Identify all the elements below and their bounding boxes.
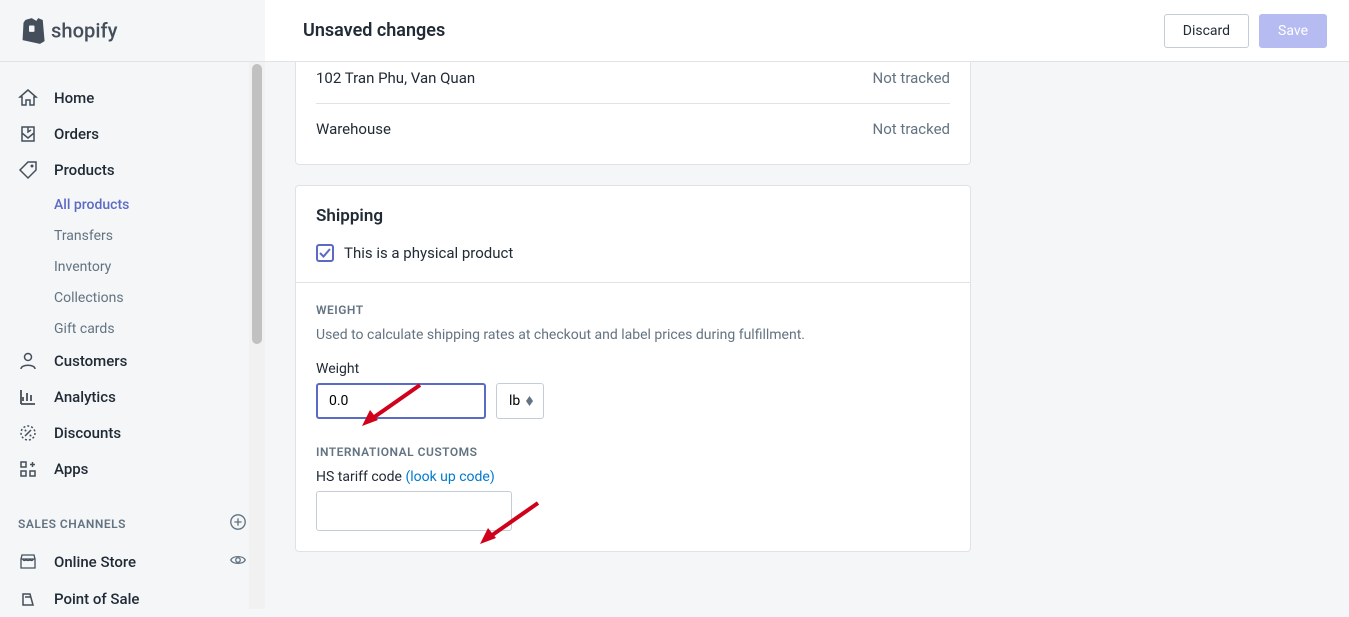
products-icon — [18, 160, 38, 180]
sidebar-item-products[interactable]: Products — [0, 152, 265, 188]
discounts-icon — [18, 423, 38, 443]
sidebar: Home Orders Products All products Transf… — [0, 62, 265, 609]
sidebar-sub-transfers[interactable]: Transfers — [0, 219, 265, 250]
sidebar-sub-collections[interactable]: Collections — [0, 281, 265, 312]
svg-text:shopify: shopify — [51, 18, 118, 42]
inventory-location: 102 Tran Phu, Van Quan — [316, 69, 475, 87]
inventory-location: Warehouse — [316, 120, 391, 138]
orders-icon — [18, 124, 38, 144]
inventory-row: Warehouse Not tracked — [316, 104, 950, 154]
customs-heading: INTERNATIONAL CUSTOMS — [316, 445, 950, 459]
weight-unit-value: lb — [509, 393, 520, 409]
sidebar-item-discounts[interactable]: Discounts — [0, 415, 265, 451]
sidebar-item-customers[interactable]: Customers — [0, 343, 265, 379]
apps-icon — [18, 459, 38, 479]
sidebar-item-label: Home — [54, 89, 94, 107]
sidebar-item-label: Online Store — [54, 553, 136, 571]
sidebar-item-label: Point of Sale — [54, 590, 139, 608]
inventory-row: 102 Tran Phu, Van Quan Not tracked — [316, 62, 950, 104]
analytics-icon — [18, 387, 38, 407]
discard-button[interactable]: Discard — [1164, 14, 1249, 48]
select-spinner-icon — [526, 396, 533, 406]
sidebar-item-label: Customers — [54, 352, 127, 370]
sidebar-sub-inventory[interactable]: Inventory — [0, 250, 265, 281]
sidebar-channel-point-of-sale[interactable]: Point of Sale — [0, 581, 265, 617]
sidebar-scrollbar[interactable] — [249, 62, 265, 609]
inventory-status: Not tracked — [873, 69, 950, 87]
sidebar-item-home[interactable]: Home — [0, 80, 265, 116]
physical-product-label: This is a physical product — [344, 244, 513, 262]
sidebar-item-analytics[interactable]: Analytics — [0, 379, 265, 415]
weight-description: Used to calculate shipping rates at chec… — [316, 327, 950, 343]
sidebar-item-orders[interactable]: Orders — [0, 116, 265, 152]
home-icon — [18, 88, 38, 108]
shopify-logo: shopify — [0, 0, 265, 61]
online-store-icon — [18, 552, 38, 572]
shipping-title: Shipping — [316, 206, 950, 226]
weight-input[interactable] — [316, 383, 486, 419]
look-up-code-link[interactable]: (look up code) — [405, 469, 494, 485]
sidebar-item-label: Apps — [54, 460, 88, 478]
hs-tariff-label: HS tariff code (look up code) — [316, 469, 950, 485]
sidebar-sub-all-products[interactable]: All products — [0, 188, 265, 219]
inventory-status: Not tracked — [873, 120, 950, 138]
add-channel-icon[interactable] — [229, 513, 247, 535]
main-content: 102 Tran Phu, Van Quan Not tracked Wareh… — [265, 62, 1349, 609]
shipping-card: Shipping This is a physical product WEIG… — [295, 185, 971, 552]
sidebar-item-label: Discounts — [54, 424, 121, 442]
sidebar-item-label: Orders — [54, 125, 99, 143]
sidebar-sub-gift-cards[interactable]: Gift cards — [0, 312, 265, 343]
sidebar-item-label: Analytics — [54, 388, 116, 406]
save-button[interactable]: Save — [1259, 14, 1327, 48]
weight-unit-select[interactable]: lb — [496, 383, 544, 419]
sidebar-channel-online-store[interactable]: Online Store — [0, 543, 265, 581]
weight-heading: WEIGHT — [316, 303, 950, 317]
hs-tariff-input[interactable] — [316, 491, 512, 531]
sales-channels-heading: SALES CHANNELS — [18, 517, 126, 531]
weight-label: Weight — [316, 361, 950, 377]
sidebar-item-label: Products — [54, 161, 115, 179]
view-store-icon[interactable] — [229, 551, 247, 573]
pos-icon — [18, 589, 38, 609]
sidebar-item-apps[interactable]: Apps — [0, 451, 265, 487]
divider — [296, 282, 970, 283]
customers-icon — [18, 351, 38, 371]
physical-product-checkbox[interactable] — [316, 244, 334, 262]
unsaved-changes-title: Unsaved changes — [303, 20, 445, 41]
